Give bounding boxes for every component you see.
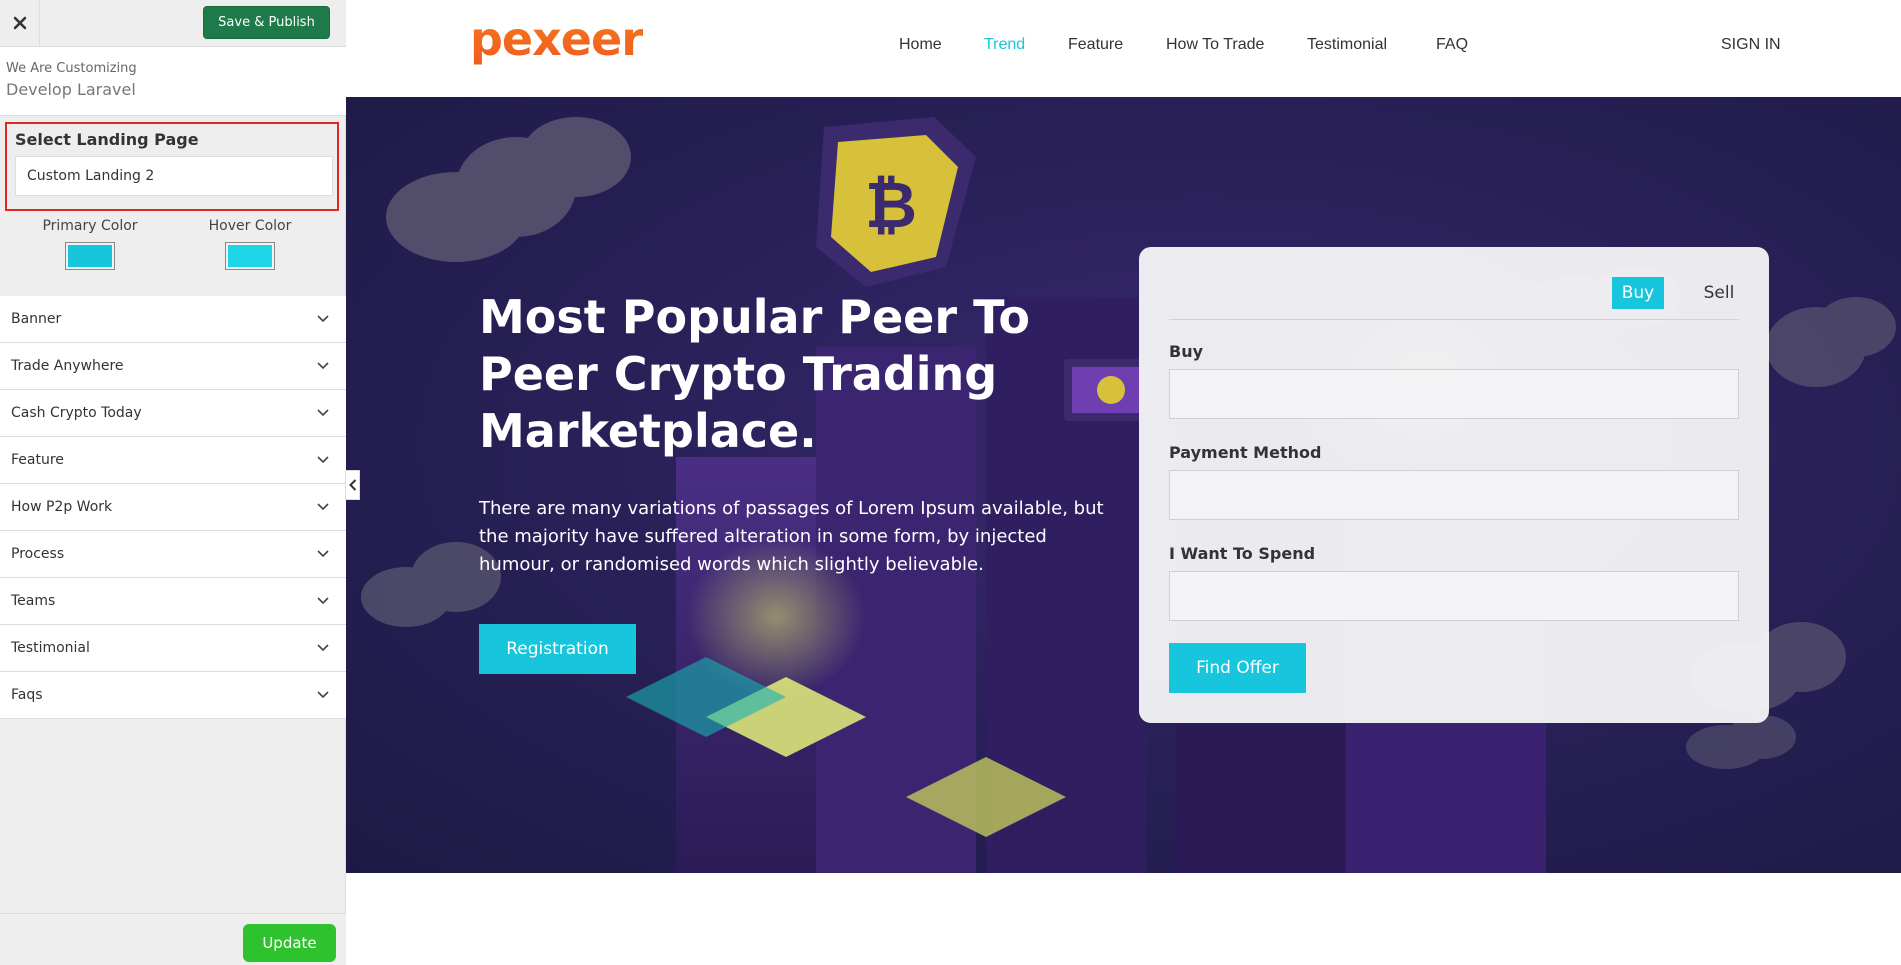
chevron-down-icon — [316, 500, 330, 514]
spend-input[interactable] — [1169, 571, 1739, 621]
hero-description: There are many variations of passages of… — [479, 498, 1104, 575]
nav-item-home[interactable]: Home — [899, 36, 942, 54]
nav-item-feature[interactable]: Feature — [1068, 36, 1123, 54]
section-item-testimonial[interactable]: Testimonial — [0, 625, 346, 672]
spend-label: I Want To Spend — [1169, 544, 1316, 563]
sidebar-top-bar: Save & Publish — [0, 0, 346, 47]
landing-page-selector: Select Landing Page Custom Landing 2 — [5, 122, 339, 211]
sign-in-link[interactable]: SIGN IN — [1721, 36, 1781, 54]
section-item-banner[interactable]: Banner — [0, 296, 346, 343]
hover-color-fill — [228, 245, 272, 267]
section-label: Feature — [11, 452, 64, 468]
customizing-info: We Are Customizing Develop Laravel — [0, 47, 346, 116]
svg-text:₿: ₿ — [865, 169, 917, 243]
primary-color-label: Primary Color — [42, 218, 138, 234]
nav-item-testimonial[interactable]: Testimonial — [1307, 36, 1387, 54]
section-label: Cash Crypto Today — [11, 405, 142, 421]
tab-sell[interactable]: Sell — [1694, 277, 1744, 309]
section-label: Trade Anywhere — [11, 358, 124, 374]
close-button[interactable] — [0, 0, 40, 46]
close-icon — [13, 16, 26, 30]
chevron-down-icon — [316, 688, 330, 702]
site-preview: pexeer Home Trend Feature How To Trade T… — [346, 0, 1901, 965]
section-label: Testimonial — [11, 640, 90, 656]
section-label: How P2p Work — [11, 499, 113, 515]
nav-item-trend[interactable]: Trend — [984, 36, 1025, 54]
hover-color-group: Hover Color — [200, 218, 300, 270]
chevron-down-icon — [316, 406, 330, 420]
section-list: Banner Trade Anywhere Cash Crypto Today … — [0, 296, 346, 719]
section-label: Process — [11, 546, 65, 562]
section-item-teams[interactable]: Teams — [0, 578, 346, 625]
chevron-down-icon — [316, 359, 330, 373]
site-logo[interactable]: pexeer — [470, 12, 644, 66]
customizing-label: We Are Customizing — [6, 61, 137, 76]
find-offer-button[interactable]: Find Offer — [1169, 643, 1306, 693]
bitcoin-shield-icon: ₿ — [816, 117, 976, 287]
collapse-sidebar-button[interactable] — [345, 470, 360, 500]
landing-page-label: Select Landing Page — [15, 130, 199, 149]
registration-button[interactable]: Registration — [479, 624, 636, 674]
trade-search-card: Buy Sell Buy Payment Method I Want To Sp… — [1139, 247, 1769, 723]
primary-color-swatch[interactable] — [65, 242, 115, 270]
nav-item-faq[interactable]: FAQ — [1436, 36, 1468, 54]
chevron-down-icon — [316, 453, 330, 467]
primary-color-group: Primary Color — [40, 218, 140, 270]
hover-color-swatch[interactable] — [225, 242, 275, 270]
site-header: pexeer Home Trend Feature How To Trade T… — [346, 0, 1901, 97]
cloud-shape — [386, 117, 631, 262]
site-name: Develop Laravel — [6, 80, 136, 99]
section-item-feature[interactable]: Feature — [0, 437, 346, 484]
tab-buy[interactable]: Buy — [1612, 277, 1664, 309]
payment-method-label: Payment Method — [1169, 443, 1322, 462]
payment-method-input[interactable] — [1169, 470, 1739, 520]
section-label: Banner — [11, 311, 62, 327]
chevron-down-icon — [316, 594, 330, 608]
chevron-down-icon — [316, 312, 330, 326]
hero-title: Most Popular Peer To Peer Crypto Trading… — [479, 290, 1030, 458]
section-label: Faqs — [11, 687, 43, 703]
section-item-process[interactable]: Process — [0, 531, 346, 578]
landing-page-select[interactable]: Custom Landing 2 — [15, 156, 333, 196]
sidebar-footer: Update — [0, 913, 346, 965]
chevron-down-icon — [316, 641, 330, 655]
section-item-faqs[interactable]: Faqs — [0, 672, 346, 719]
customizer-sidebar: Save & Publish We Are Customizing Develo… — [0, 0, 346, 965]
card-divider — [1169, 319, 1739, 320]
hero-section: ₿ Most Popular Peer To Peer Crypto Tradi… — [346, 97, 1901, 873]
section-item-trade-anywhere[interactable]: Trade Anywhere — [0, 343, 346, 390]
color-pickers: Primary Color Hover Color — [0, 218, 346, 296]
nav-item-how-to-trade[interactable]: How To Trade — [1166, 36, 1264, 54]
buy-input[interactable] — [1169, 369, 1739, 419]
cloud-shape — [1766, 297, 1896, 387]
section-item-cash-crypto-today[interactable]: Cash Crypto Today — [0, 390, 346, 437]
save-publish-button[interactable]: Save & Publish — [203, 6, 330, 39]
hover-color-label: Hover Color — [208, 218, 292, 234]
section-item-how-p2p-work[interactable]: How P2p Work — [0, 484, 346, 531]
update-button[interactable]: Update — [243, 924, 336, 962]
buy-field-label: Buy — [1169, 342, 1204, 361]
primary-color-fill — [68, 245, 112, 267]
chevron-down-icon — [316, 547, 330, 561]
cloud-shape — [1686, 715, 1796, 769]
section-label: Teams — [11, 593, 56, 609]
chevron-left-icon — [348, 479, 356, 491]
